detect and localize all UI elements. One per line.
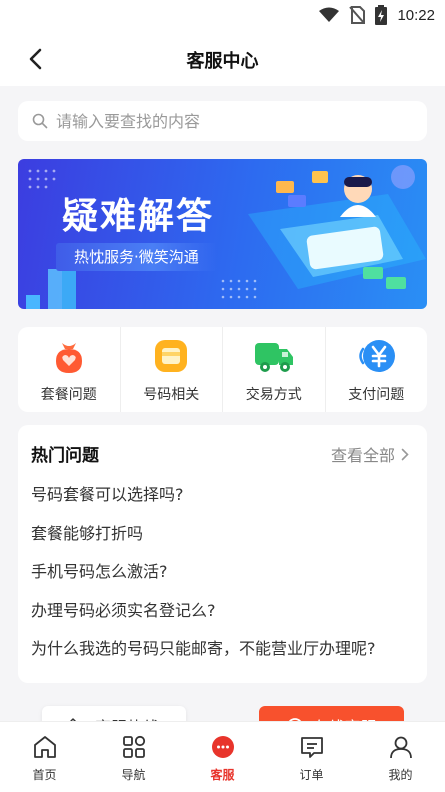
tab-label: 客服	[210, 768, 235, 782]
sim-card-icon	[155, 340, 188, 372]
quick-link-number[interactable]: 号码相关	[121, 327, 223, 412]
page-title: 客服中心	[186, 51, 259, 72]
search-icon	[32, 113, 48, 129]
view-all-label: 查看全部	[330, 446, 395, 465]
faq-item[interactable]: 办理号码必须实名登记么?	[31, 597, 417, 636]
tab-orders[interactable]: 订单	[267, 722, 356, 792]
quick-link-label: 号码相关	[143, 387, 200, 403]
tab-navigation[interactable]: 导航	[89, 722, 178, 792]
view-all-link[interactable]: 查看全部	[331, 442, 409, 466]
tab-home[interactable]: 首页	[0, 722, 89, 792]
wifi-icon	[319, 7, 340, 22]
no-sim-icon	[349, 6, 366, 24]
user-icon	[389, 736, 412, 759]
tab-profile[interactable]: 我的	[356, 722, 445, 792]
faq-title: 热门问题	[31, 446, 99, 466]
grid-icon	[122, 735, 145, 758]
tab-label: 导航	[121, 768, 146, 782]
tab-label: 订单	[299, 768, 324, 782]
status-bar: 10:22	[0, 0, 445, 32]
faq-item[interactable]: 为什么我选的号码只能邮寄，不能营业厅办理呢?	[31, 635, 417, 674]
delivery-truck-icon	[254, 343, 293, 372]
quick-link-package[interactable]: 套餐问题	[18, 327, 121, 412]
faq-card: 热门问题 查看全部 号码套餐可以选择吗? 套餐能够打折吗 手机号码怎么激活? 办…	[18, 425, 427, 683]
tab-label: 首页	[32, 768, 57, 782]
quick-link-trade[interactable]: 交易方式	[223, 327, 326, 412]
order-icon	[300, 737, 323, 758]
banner-title: 疑难解答	[62, 196, 215, 237]
promo-banner[interactable]: 疑难解答 热忱服务·微笑沟通	[18, 159, 427, 309]
faq-list: 号码套餐可以选择吗? 套餐能够打折吗 手机号码怎么激活? 办理号码必须实名登记么…	[31, 481, 417, 674]
battery-charging-icon	[375, 5, 388, 25]
quick-links: 套餐问题 号码相关 交易方式 支付问题	[18, 327, 427, 412]
faq-item[interactable]: 手机号码怎么激活?	[31, 558, 417, 597]
chevron-right-icon	[401, 448, 409, 460]
chat-bubble-icon	[211, 736, 234, 758]
yen-coin-icon	[359, 340, 396, 372]
gift-bag-icon	[55, 343, 82, 373]
tab-label: 我的	[388, 768, 413, 782]
quick-link-payment[interactable]: 支付问题	[326, 327, 428, 412]
bottom-tab-bar: 首页 导航 客服 订单 我的	[0, 721, 445, 792]
status-icons: 10:22	[319, 5, 435, 25]
header-bar: 客服中心	[0, 32, 445, 86]
home-icon	[33, 736, 56, 758]
search-bar[interactable]	[18, 101, 427, 141]
faq-item[interactable]: 号码套餐可以选择吗?	[31, 481, 417, 520]
banner-subtitle: 热忱服务·微笑沟通	[56, 243, 217, 271]
quick-link-label: 支付问题	[348, 387, 405, 403]
faq-item[interactable]: 套餐能够打折吗	[31, 520, 417, 559]
quick-link-label: 交易方式	[245, 387, 302, 403]
search-input[interactable]	[56, 111, 396, 131]
quick-link-label: 套餐问题	[40, 387, 97, 403]
tab-service[interactable]: 客服	[178, 722, 267, 792]
status-time: 10:22	[397, 6, 435, 24]
